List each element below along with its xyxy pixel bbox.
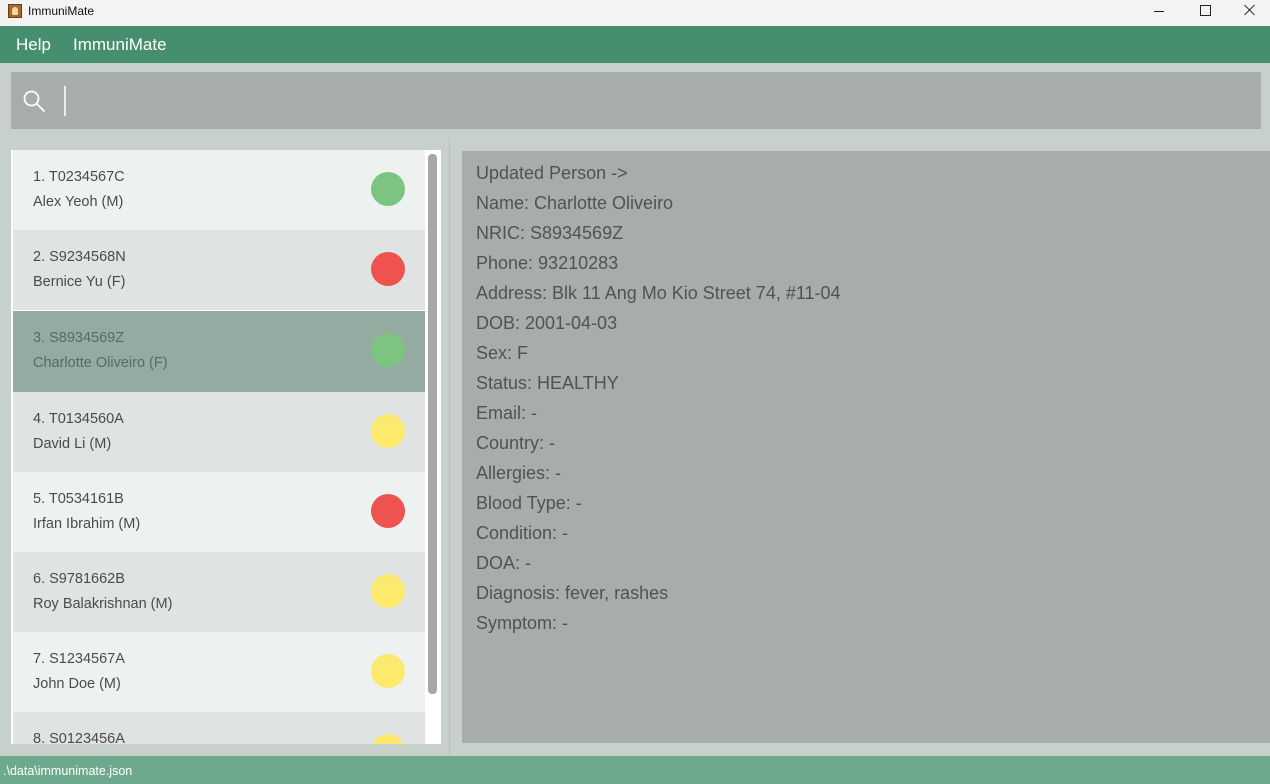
person-card[interactable]: 1. T0234567C Alex Yeoh (M)	[13, 150, 425, 230]
status-bar: .\data\immunimate.json	[0, 756, 1270, 784]
person-list-panel: 8. S0123456A 7. S1234567A John Doe (M) 6. S…	[0, 138, 450, 756]
person-index-nric: 8. S0123456A	[33, 731, 125, 744]
detail-line: Allergies: -	[476, 463, 562, 483]
person-list[interactable]: 8. S0123456A 7. S1234567A John Doe (M) 6. S…	[11, 150, 441, 744]
person-index-nric: 5. T0534161B	[33, 491, 124, 507]
detail-line: Status: HEALTHY	[476, 373, 619, 393]
search-area	[0, 63, 1270, 138]
status-indicator-icon	[371, 654, 405, 688]
search-icon	[23, 90, 45, 112]
detail-line: Blood Type: -	[476, 493, 582, 513]
status-indicator-icon	[371, 414, 405, 448]
scrollbar-thumb[interactable]	[428, 154, 437, 694]
person-index-nric: 2. S9234568N	[33, 249, 126, 265]
person-index-nric: 1. T0234567C	[33, 169, 125, 185]
person-name: Roy Balakrishnan (M)	[33, 596, 173, 612]
data-file-path: .\data\immunimate.json	[3, 764, 133, 778]
status-indicator-icon	[371, 333, 405, 367]
detail-line: Email: -	[476, 403, 538, 423]
detail-line: Condition: -	[476, 523, 569, 543]
status-indicator-icon	[371, 494, 405, 528]
result-display: Updated Person -> Name: Charlotte Oliveir…	[462, 151, 1270, 743]
result-text: Updated Person -> Name: Charlotte Oliveir…	[476, 160, 841, 640]
search-bar[interactable]	[11, 72, 1261, 129]
person-name: Bernice Yu (F)	[33, 274, 126, 290]
detail-line: Sex: F	[476, 343, 529, 363]
detail-line: Address: Blk 11 Ang Mo Kio Street 74, #1…	[476, 283, 841, 303]
detail-line: DOB: 2001-04-03	[476, 313, 618, 333]
status-indicator-icon	[371, 734, 405, 744]
window-title: ImmuniMate	[28, 4, 95, 18]
detail-panel: Updated Person -> Name: Charlotte Oliveir…	[451, 138, 1270, 756]
detail-line: Country: -	[476, 433, 556, 453]
detail-line: Symptom: -	[476, 613, 569, 633]
person-name: John Doe (M)	[33, 676, 121, 692]
person-card[interactable]: 3. S8934569Z Charlotte Oliveiro (F)	[13, 311, 425, 392]
menu-immunimate[interactable]: ImmuniMate	[73, 35, 167, 55]
app-icon	[8, 4, 22, 18]
detail-line: Phone: 93210283	[476, 253, 619, 273]
detail-line: Diagnosis: fever, rashes	[476, 583, 669, 603]
person-card[interactable]: 8. S0123456A	[13, 712, 425, 744]
person-card[interactable]: 4. T0134560A David Li (M)	[13, 392, 425, 472]
status-indicator-icon	[371, 172, 405, 206]
menu-bar: Help ImmuniMate	[0, 26, 1270, 63]
close-icon[interactable]	[1227, 0, 1270, 26]
person-name: Charlotte Oliveiro (F)	[33, 355, 168, 371]
person-index-nric: 3. S8934569Z	[33, 330, 125, 346]
person-name: Alex Yeoh (M)	[33, 194, 124, 210]
person-card[interactable]: 6. S9781662B Roy Balakrishnan (M)	[13, 552, 425, 632]
person-name: David Li (M)	[33, 436, 112, 452]
status-indicator-icon	[371, 252, 405, 286]
person-card[interactable]: 7. S1234567A John Doe (M)	[13, 632, 425, 712]
person-name: Irfan Ibrahim (M)	[33, 516, 141, 532]
person-index-nric: 4. T0134560A	[33, 411, 124, 427]
minimize-icon[interactable]	[1136, 0, 1182, 26]
detail-line: NRIC: S8934569Z	[476, 223, 624, 243]
detail-line: Updated Person ->	[476, 163, 628, 183]
person-card[interactable]: 5. T0534161B Irfan Ibrahim (M)	[13, 472, 425, 552]
text-caret	[64, 86, 66, 116]
detail-line: Name: Charlotte Oliveiro	[476, 193, 674, 213]
detail-line: DOA: -	[476, 553, 532, 573]
window-titlebar: ImmuniMate	[0, 0, 1270, 26]
person-index-nric: 7. S1234567A	[33, 651, 125, 667]
status-indicator-icon	[371, 574, 405, 608]
search-input[interactable]	[71, 82, 1251, 120]
maximize-icon[interactable]	[1182, 0, 1228, 26]
menu-help[interactable]: Help	[16, 35, 51, 55]
person-card[interactable]: 2. S9234568N Bernice Yu (F)	[13, 230, 425, 310]
person-index-nric: 6. S9781662B	[33, 571, 125, 587]
